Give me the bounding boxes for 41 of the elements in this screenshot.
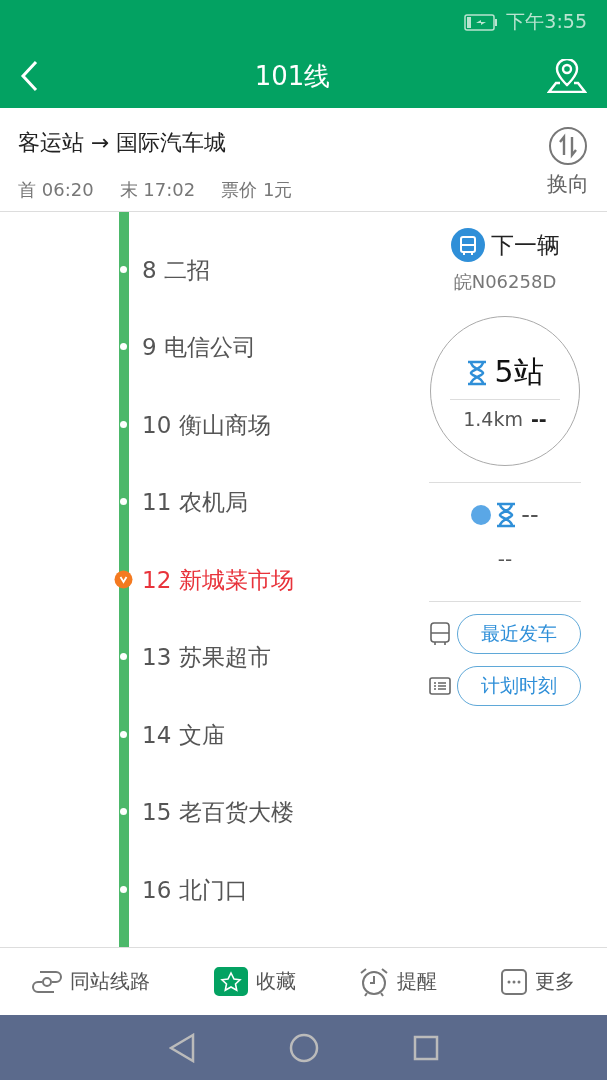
station-name[interactable]: 9 电信公司 [142, 327, 256, 368]
station-name[interactable]: 15 老百货大楼 [142, 792, 294, 833]
second-bus-distance: -- [497, 547, 513, 571]
distance: 1.4km [463, 408, 523, 430]
toolbar-tab[interactable]: 提醒 [353, 965, 444, 998]
recents-icon[interactable] [412, 1034, 439, 1061]
map-pin-icon[interactable] [547, 59, 587, 93]
station-name[interactable]: 8 二招 [142, 250, 210, 290]
toolbar-tab[interactable]: 更多 [495, 967, 582, 996]
schedule-button[interactable]: 最近发车 [457, 614, 581, 654]
plate-number: 皖N06258D [453, 270, 557, 294]
hourglass-icon [495, 502, 518, 528]
page-title: 101线 [254, 59, 331, 93]
route-direction: 客运站 → 国际汽车城 [18, 129, 228, 157]
station-name[interactable]: 16 北门口 [142, 869, 248, 910]
hourglass-icon [466, 359, 489, 386]
second-bus-eta: -- [521, 501, 539, 529]
station-name[interactable]: 12 新城菜市场 [142, 559, 294, 600]
status-dot [471, 505, 492, 525]
station-name[interactable]: 14 文庙 [142, 714, 225, 755]
last-bus-time: 末 17:02 [119, 178, 196, 202]
back-icon[interactable] [168, 1032, 195, 1063]
next-bus-label: 下一辆 [490, 230, 560, 260]
reverse-button[interactable]: 换向 [541, 108, 589, 211]
battery-icon [464, 13, 499, 31]
eta: -- [530, 408, 547, 430]
first-bus-time: 首 06:20 [18, 178, 94, 202]
swap-icon [548, 126, 588, 166]
fare: 票价 1元 [221, 178, 293, 202]
toolbar-tab[interactable]: 同站线路 [25, 967, 156, 996]
bus-icon [429, 622, 451, 646]
station-name[interactable]: 11 农机局 [142, 482, 248, 523]
bus-icon [450, 228, 485, 262]
list-icon [429, 677, 451, 695]
stops-away: 5站 [494, 353, 544, 391]
schedule-button[interactable]: 计划时刻 [457, 666, 581, 706]
station-name[interactable]: 10 衡山商场 [142, 404, 271, 445]
toolbar-tab[interactable]: 收藏 [207, 966, 302, 997]
station-name[interactable]: 13 苏果超市 [142, 637, 271, 678]
home-icon[interactable] [288, 1032, 319, 1063]
status-time: 下午3:55 [506, 9, 587, 34]
